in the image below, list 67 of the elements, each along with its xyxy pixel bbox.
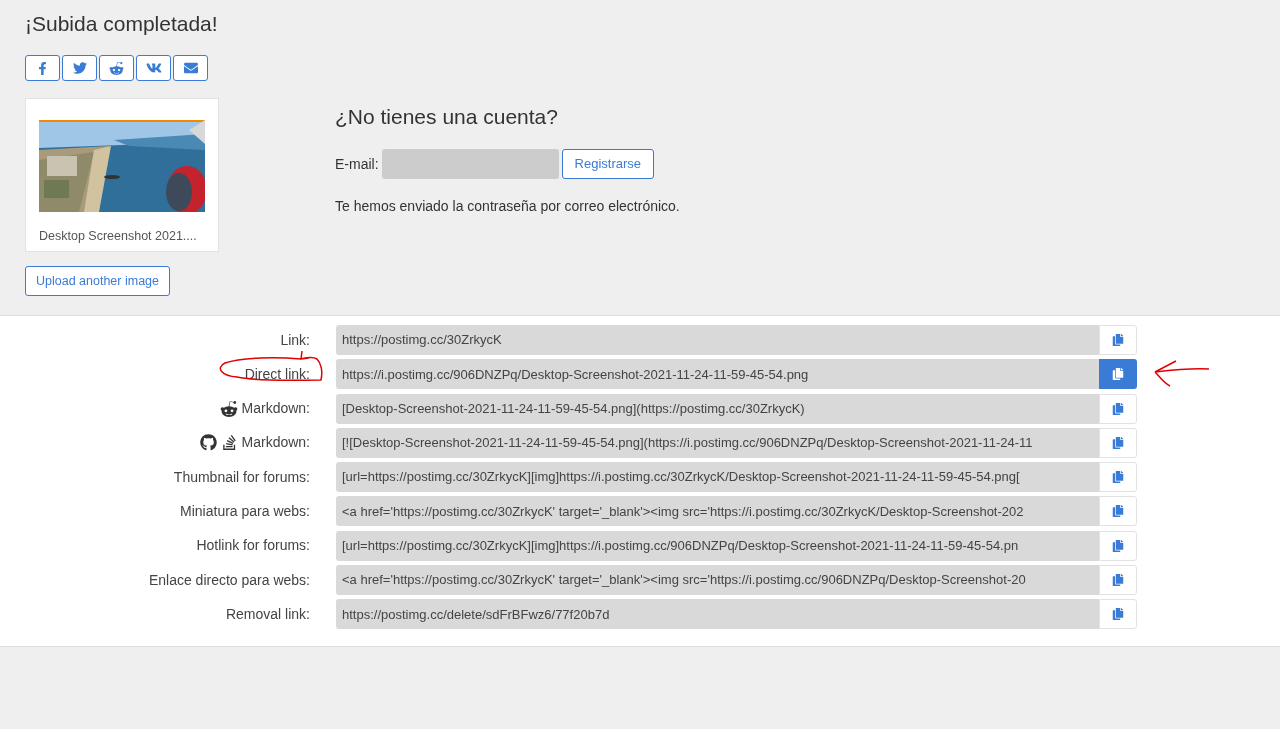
link-label: Hotlink for forums: [196,536,310,556]
link-value: https://i.postimg.cc/906DNZPq/Desktop-Screenshot-2021-11-24-11-59-45-54.png [342,365,809,384]
link-value: [url=https://postimg.cc/30ZrkycK][img]https://i.postimg.cc/30ZrkycK/Desktop-Screenshot-2021-11-24-11-59-45-54.png[ [342,468,1020,487]
link-field[interactable]: https://postimg.cc/delete/sdFrBFwz6/77f20b7d [336,599,1099,630]
annotation-arrow [1152,359,1210,390]
link-value: https://postimg.cc/30ZrkycK [342,331,502,350]
thumbnail-card[interactable]: Desktop Screenshot 2021.... [25,98,219,252]
link-label: Markdown: [241,433,310,453]
github-icon [199,434,217,452]
twitter-share-button[interactable] [62,55,97,81]
copy-icon [1112,608,1124,621]
password-note: Te hemos enviado la contraseña por correo electrónico. [335,197,680,216]
envelope-icon [183,61,198,75]
copy-icon [1112,334,1124,346]
copy-icon [1112,402,1124,415]
link-label: Miniatura para webs: [180,502,310,521]
link-value: [![Desktop-Screenshot-2021-11-24-11-59-45-54.png](https://i.postimg.cc/906DNZPq/Desktop-Screenshot-2021-11-24-11 [342,434,1033,453]
account-heading: ¿No tienes una cuenta? [335,104,559,130]
copy-button[interactable] [1099,462,1137,493]
copy-button[interactable] [1099,599,1137,630]
copy-button[interactable] [1099,427,1137,458]
copy-icon [1112,505,1124,518]
link-field[interactable]: [url=https://postimg.cc/30ZrkycK][img]https://i.postimg.cc/906DNZPq/Desktop-Screenshot-2021-11-24-11-59-45-54.pn [336,530,1099,561]
copy-icon [1112,368,1124,381]
link-value: <a href='https://postimg.cc/30ZrkycK' target='_blank'><img src='https://i.postimg.cc/906DNZPq/Desktop-Screenshot-20 [342,571,1026,590]
thumbnail-caption: Desktop Screenshot 2021.... [39,228,198,245]
link-field[interactable]: [Desktop-Screenshot-2021-11-24-11-59-45-54.png](https://postimg.cc/30ZrkycK) [336,393,1099,424]
link-value: https://postimg.cc/delete/sdFrBFwz6/77f20b7d [342,605,610,624]
copy-icon [1112,574,1124,587]
vk-share-button[interactable] [136,55,171,81]
reddit-icon [219,399,238,418]
copy-icon [1112,436,1124,449]
link-label: Link: [280,330,310,350]
copy-button[interactable] [1099,565,1137,596]
copy-button[interactable] [1099,359,1137,390]
upload-another-button[interactable]: Upload another image [25,266,170,296]
link-field[interactable]: <a href='https://postimg.cc/30ZrkycK' target='_blank'><img src='https://i.postimg.cc/30ZrkycK/Desktop-Screenshot-202 [336,496,1099,527]
copy-icon [1112,539,1124,552]
email-label: E-mail: [335,154,379,174]
link-field[interactable]: [![Desktop-Screenshot-2021-11-24-11-59-45-54.png](https://i.postimg.cc/906DNZPq/Desktop-Screenshot-2021-11-24-11 [336,427,1099,458]
link-field[interactable]: https://postimg.cc/30ZrkycK [336,325,1099,355]
link-field[interactable]: [url=https://postimg.cc/30ZrkycK][img]https://i.postimg.cc/30ZrkycK/Desktop-Screenshot-2021-11-24-11-59-45-54.png[ [336,462,1099,493]
link-value: [Desktop-Screenshot-2021-11-24-11-59-45-54.png](https://postimg.cc/30ZrkycK) [342,399,805,418]
register-button[interactable]: Registrarse [561,149,655,179]
copy-icon [1112,471,1124,484]
reddit-share-button[interactable] [99,55,134,81]
link-value: [url=https://postimg.cc/30ZrkycK][img]https://i.postimg.cc/906DNZPq/Desktop-Screenshot-2021-11-24-11-59-45-54.pn [342,537,1019,556]
reddit-icon [109,60,124,76]
link-label: Markdown: [241,399,310,419]
facebook-icon [36,61,49,75]
copy-button[interactable] [1099,393,1137,424]
email-field[interactable] [381,149,559,179]
copy-button[interactable] [1099,530,1137,561]
twitter-icon [72,61,87,75]
link-label: Direct link: [244,364,310,384]
link-label: Enlace directo para webs: [148,570,310,590]
link-field[interactable]: https://i.postimg.cc/906DNZPq/Desktop-Screenshot-2021-11-24-11-59-45-54.png [336,359,1099,390]
email-share-button[interactable] [173,55,208,81]
copy-button[interactable] [1099,496,1137,527]
facebook-share-button[interactable] [25,55,60,81]
stack-overflow-icon [220,434,238,452]
page-title: ¡Subida completada! [25,11,219,37]
link-field[interactable]: <a href='https://postimg.cc/30ZrkycK' target='_blank'><img src='https://i.postimg.cc/906DNZPq/Desktop-Screenshot-20 [336,565,1099,596]
link-value: <a href='https://postimg.cc/30ZrkycK' target='_blank'><img src='https://i.postimg.cc/30ZrkycK/Desktop-Screenshot-202 [342,502,1024,521]
copy-button[interactable] [1099,325,1137,355]
link-label: Thumbnail for forums: [173,467,310,487]
link-label: Removal link: [225,604,310,624]
